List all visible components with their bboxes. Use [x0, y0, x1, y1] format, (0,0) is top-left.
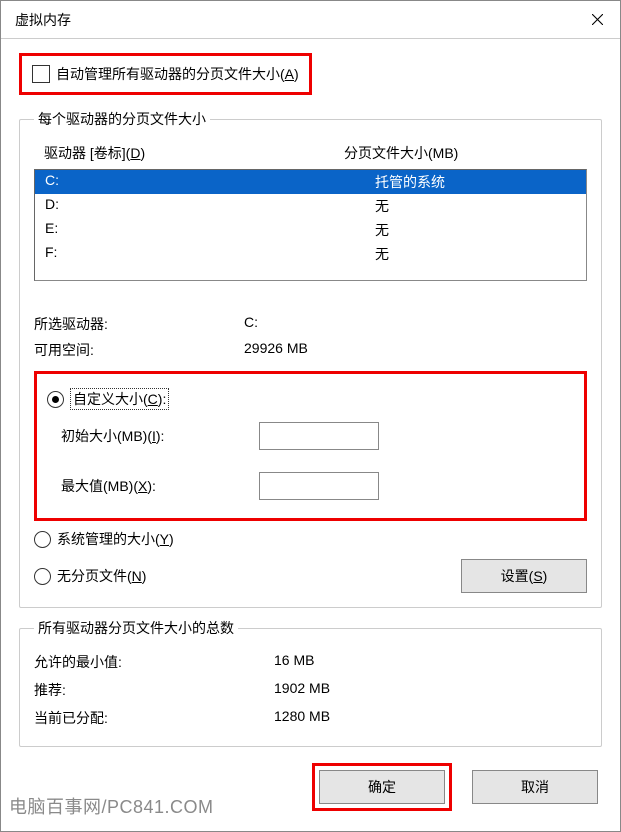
close-icon	[592, 14, 603, 25]
dialog-content: 自动管理所有驱动器的分页文件大小(A) 每个驱动器的分页文件大小 驱动器 [卷标…	[1, 39, 620, 757]
header-pagefile: 分页文件大小(MB)	[344, 143, 458, 163]
drive-row[interactable]: C:托管的系统	[35, 170, 586, 194]
current-allocated-label: 当前已分配:	[34, 708, 274, 728]
selected-drive-value: C:	[244, 314, 258, 334]
highlight-ok: 确定	[312, 763, 452, 811]
initial-size-input[interactable]	[259, 422, 379, 450]
current-allocated-value: 1280 MB	[274, 708, 330, 728]
drive-row[interactable]: F:无	[35, 242, 586, 266]
totals-fieldset: 所有驱动器分页文件大小的总数 允许的最小值: 16 MB 推荐: 1902 MB…	[19, 618, 602, 747]
auto-manage-label: 自动管理所有驱动器的分页文件大小(A)	[56, 64, 299, 84]
drive-name: C:	[45, 172, 375, 192]
auto-manage-checkbox[interactable]	[32, 65, 50, 83]
watermark-left: 电脑百事网/PC841.COM	[9, 793, 214, 819]
drive-name: E:	[45, 220, 375, 240]
titlebar: 虚拟内存	[1, 1, 620, 39]
ok-button[interactable]: 确定	[319, 770, 445, 804]
drive-list-headers: 驱动器 [卷标](D) 分页文件大小(MB)	[34, 139, 587, 169]
drive-row[interactable]: D:无	[35, 194, 586, 218]
dialog-buttons: 确定 取消	[312, 763, 598, 811]
selected-drive-label: 所选驱动器:	[34, 314, 244, 334]
available-space-value: 29926 MB	[244, 340, 308, 360]
highlight-custom-size: 自定义大小(C): 初始大小(MB)(I): 最大值(MB)(X):	[34, 371, 587, 521]
drive-status: 无	[375, 196, 389, 216]
custom-size-radio-row[interactable]: 自定义大小(C):	[47, 384, 574, 414]
cancel-button[interactable]: 取消	[472, 770, 598, 804]
window-title: 虚拟内存	[15, 10, 71, 30]
header-drive: 驱动器 [卷标](D)	[44, 143, 344, 163]
set-button[interactable]: 设置(S)	[461, 559, 587, 593]
drive-info: 所选驱动器: C: 可用空间: 29926 MB	[34, 311, 587, 363]
drive-status: 无	[375, 220, 389, 240]
system-managed-radio-row[interactable]: 系统管理的大小(Y)	[34, 521, 587, 553]
close-button[interactable]	[574, 1, 620, 39]
drive-status: 托管的系统	[375, 172, 445, 192]
max-size-label: 最大值(MB)(X):	[61, 476, 259, 496]
no-pagefile-radio-row[interactable]: 无分页文件(N)	[34, 562, 146, 590]
per-drive-fieldset: 每个驱动器的分页文件大小 驱动器 [卷标](D) 分页文件大小(MB) C:托管…	[19, 109, 602, 608]
system-managed-label: 系统管理的大小(Y)	[57, 529, 174, 549]
max-size-input[interactable]	[259, 472, 379, 500]
min-allowed-label: 允许的最小值:	[34, 652, 274, 672]
min-allowed-value: 16 MB	[274, 652, 314, 672]
initial-size-label: 初始大小(MB)(I):	[61, 426, 259, 446]
no-pagefile-label: 无分页文件(N)	[57, 566, 146, 586]
no-pagefile-radio[interactable]	[34, 568, 51, 585]
per-drive-legend: 每个驱动器的分页文件大小	[34, 109, 210, 129]
recommended-label: 推荐:	[34, 680, 274, 700]
drive-row[interactable]: E:无	[35, 218, 586, 242]
custom-size-radio[interactable]	[47, 391, 64, 408]
system-managed-radio[interactable]	[34, 531, 51, 548]
drive-status: 无	[375, 244, 389, 264]
recommended-value: 1902 MB	[274, 680, 330, 700]
totals-legend: 所有驱动器分页文件大小的总数	[34, 618, 238, 638]
drive-name: F:	[45, 244, 375, 264]
drive-name: D:	[45, 196, 375, 216]
drive-list[interactable]: C:托管的系统D:无E:无F:无	[34, 169, 587, 281]
custom-size-label: 自定义大小(C):	[70, 388, 169, 410]
auto-manage-checkbox-row[interactable]: 自动管理所有驱动器的分页文件大小(A)	[32, 62, 299, 86]
highlight-auto-manage: 自动管理所有驱动器的分页文件大小(A)	[19, 53, 312, 95]
available-space-label: 可用空间:	[34, 340, 244, 360]
